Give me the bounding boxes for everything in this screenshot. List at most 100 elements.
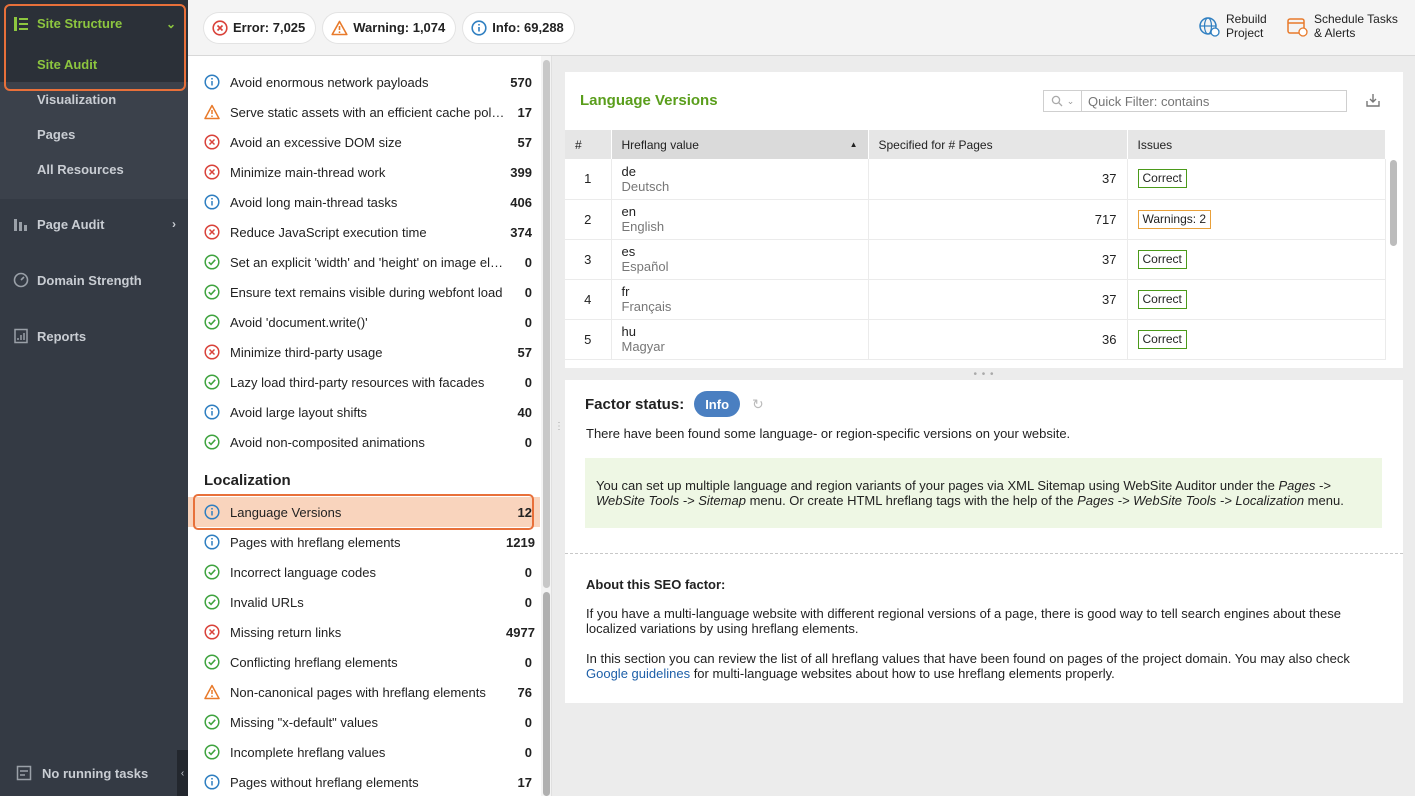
issue-badge[interactable]: Correct [1137,289,1187,309]
schedule-label-2: & Alerts [1314,26,1356,40]
table-row[interactable]: 2 en English 717 Warnings: 2 [565,199,1386,240]
check-icon [204,744,220,760]
info-icon [204,774,220,790]
column-header-pages[interactable]: Specified for # Pages [868,130,1128,159]
nav-all-resources[interactable]: All Resources [0,152,188,187]
export-icon [1366,94,1380,107]
factor-row[interactable]: Set an explicit 'width' and 'height' on … [188,247,540,277]
factor-count: 17 [517,104,532,120]
issue-badge[interactable]: Correct [1137,169,1187,189]
scrollbar-thumb[interactable] [543,592,550,796]
factor-row[interactable]: Avoid enormous network payloads 570 [188,67,540,97]
factor-row[interactable]: Minimize third-party usage 57 [188,337,540,367]
nav-reports[interactable]: Reports [0,311,188,361]
warning-counter[interactable]: Warning: 1,074 [323,12,456,43]
factor-count: 76 [517,684,532,700]
factor-row[interactable]: Ensure text remains visible during webfo… [188,277,540,307]
tip-text: You can set up multiple language and reg… [596,478,1279,493]
factor-info-card: Factor status: Info ↻ There have been fo… [565,380,1403,703]
quick-filter-input[interactable] [1082,93,1346,109]
search-dropdown-icon[interactable]: ⌄ [1044,91,1082,111]
factor-row[interactable]: Language Versions 12 [188,494,540,530]
factor-label: Minimize third-party usage [230,344,383,360]
factor-list-scrollbar[interactable] [541,56,551,796]
nav-domain-strength[interactable]: Domain Strength [0,255,188,305]
factor-count: 399 [510,164,532,180]
export-button[interactable] [1363,90,1383,110]
factor-row[interactable]: Avoid non-composited animations 0 [188,427,540,457]
refresh-icon[interactable]: ↻ [752,396,764,413]
rebuild-project-button[interactable]: Rebuild Project [1198,12,1267,40]
scrollbar-thumb[interactable] [1390,160,1397,246]
column-header-issues[interactable]: Issues [1127,130,1386,159]
table-scrollbar[interactable] [1390,160,1400,368]
factor-label: Avoid enormous network payloads [230,74,429,90]
nav-page-audit[interactable]: Page Audit › [0,199,188,249]
vertical-splitter[interactable]: ⋮ [553,56,565,796]
factor-label: Reduce JavaScript execution time [230,224,427,240]
issue-badge[interactable]: Correct [1137,329,1187,349]
nav-label: Site Structure [37,16,123,31]
error-icon [204,134,220,150]
factor-row[interactable]: Non-canonical pages with hreflang elemen… [188,677,540,707]
factor-count: 0 [524,744,532,760]
table-row[interactable]: 1 de Deutsch 37 Correct [565,159,1386,200]
factor-row[interactable]: Serve static assets with an efficient ca… [188,97,540,127]
factor-row[interactable]: Conflicting hreflang elements 0 [188,647,540,677]
factor-row[interactable]: Avoid 'document.write()' 0 [188,307,540,337]
nav-site-audit[interactable]: Site Audit [0,47,188,82]
column-header-num[interactable]: # [565,130,612,159]
nav-label: Domain Strength [37,272,142,288]
factor-count: 0 [524,254,532,270]
collapse-sidebar-button[interactable]: ‹ [177,750,188,796]
factor-label: Minimize main-thread work [230,164,386,180]
factor-row[interactable]: Lazy load third-party resources with fac… [188,367,540,397]
error-counter[interactable]: Error: 7,025 [204,12,316,43]
factor-row[interactable]: Reduce JavaScript execution time 374 [188,217,540,247]
tip-menu-path: Pages -> WebSite Tools -> Localization [1077,493,1305,508]
factor-row[interactable]: Minimize main-thread work 399 [188,157,540,187]
lang-name: English [621,219,665,234]
hreflang-cell: en English [611,199,869,240]
table-row[interactable]: 3 es Español 37 Correct [565,239,1386,280]
factor-row[interactable]: Avoid an excessive DOM size 57 [188,127,540,157]
about-paragraph: In this section you can review the list … [586,651,1376,681]
nav-visualization[interactable]: Visualization [0,82,188,117]
info-icon [204,504,220,520]
factor-row[interactable]: Missing return links 4977 [188,617,540,647]
info-counter[interactable]: Info: 69,288 [463,12,574,43]
globe-refresh-icon [1199,17,1220,37]
factor-label: Avoid non-composited animations [230,434,425,450]
error-icon [204,164,220,180]
table-row[interactable]: 5 hu Magyar 36 Correct [565,319,1386,360]
nav-pages[interactable]: Pages [0,117,188,152]
factor-row[interactable]: Avoid large layout shifts 40 [188,397,540,427]
factor-count: 57 [517,134,532,150]
lang-name: Deutsch [621,178,670,194]
factor-row[interactable]: Invalid URLs 0 [188,587,540,617]
schedule-tasks-button[interactable]: Schedule Tasks & Alerts [1286,12,1398,40]
factor-count: 0 [524,654,532,670]
google-guidelines-link[interactable]: Google guidelines [586,666,690,681]
nav-site-structure[interactable]: Site Structure ⌄ [0,0,188,47]
factor-count: 1219 [506,534,535,550]
factor-label: Avoid an excessive DOM size [230,134,402,150]
factor-row[interactable]: Pages without hreflang elements 17 [188,767,540,796]
info-icon [204,194,220,210]
row-number: 1 [565,159,612,200]
factor-row[interactable]: Incorrect language codes 0 [188,557,540,587]
factor-row[interactable]: Pages with hreflang elements 1219 [188,527,540,557]
factor-row[interactable]: Missing "x-default" values 0 [188,707,540,737]
factor-count: 57 [517,344,532,360]
warning-icon [204,684,220,700]
issue-badge[interactable]: Correct [1137,249,1187,269]
column-header-hreflang[interactable]: Hreflang value ▲ [611,130,869,159]
factor-row[interactable]: Incomplete hreflang values 0 [188,737,540,767]
rebuild-label-1: Rebuild [1226,12,1267,26]
issue-badge[interactable]: Warnings: 2 [1137,209,1212,229]
factor-row[interactable]: Avoid long main-thread tasks 406 [188,187,540,217]
task-status[interactable]: No running tasks [0,750,188,796]
table-row[interactable]: 4 fr Français 37 Correct [565,279,1386,320]
horizontal-splitter[interactable]: • • • [565,368,1403,380]
factor-count: 40 [517,404,532,420]
